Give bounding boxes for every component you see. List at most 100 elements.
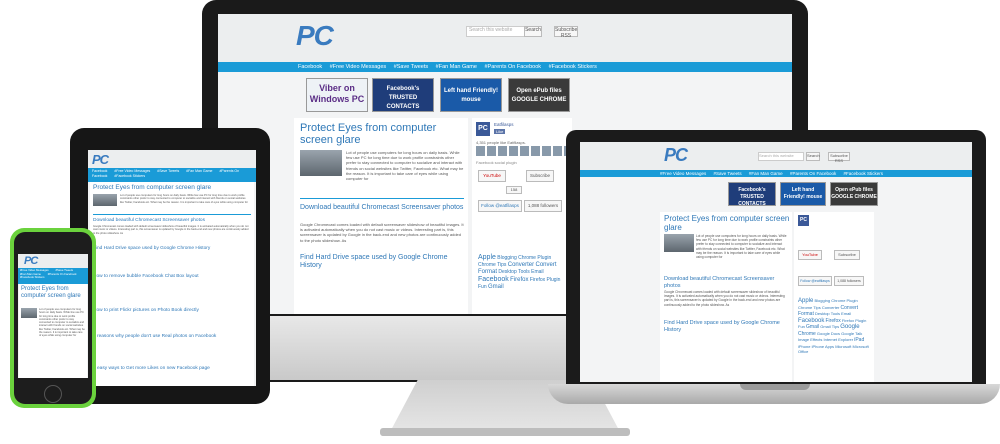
fb-like-button[interactable]: Like <box>494 129 506 134</box>
search-input[interactable]: Search this website <box>758 152 804 161</box>
fb-page-name[interactable]: Eatfilasps <box>494 122 514 127</box>
tag[interactable]: Tips <box>497 262 506 268</box>
tag[interactable]: Chrome <box>478 262 496 268</box>
nav-item[interactable]: Facebook <box>298 64 322 70</box>
nav-item[interactable]: #Save Tweets <box>713 171 741 176</box>
post-thumbnail[interactable] <box>21 308 37 318</box>
nav-item[interactable]: #Save Tweets <box>157 169 179 173</box>
tag[interactable]: Facebook <box>478 276 509 283</box>
twitter-follow-button[interactable]: Follow @eatfilasps <box>798 276 832 286</box>
tag[interactable]: Google <box>840 324 859 330</box>
tag[interactable]: Format <box>478 269 497 275</box>
tag[interactable]: Tips <box>813 305 820 310</box>
subscribe-rss-button[interactable]: Subscribe RSS <box>554 26 578 39</box>
post-title[interactable]: 3 reasons why people don't use Real phot… <box>93 334 216 339</box>
twitter-follow-button[interactable]: Follow @eatfilasps <box>478 200 522 212</box>
tag[interactable]: Email <box>531 269 544 275</box>
nav-item[interactable]: #Fan Man Game <box>186 169 212 173</box>
site-logo[interactable]: PC <box>24 255 38 267</box>
nav-item[interactable]: #Facebook Stickers <box>844 171 884 176</box>
post-title[interactable]: Protect Eyes from computer screen glare <box>664 214 790 232</box>
tag[interactable]: Blogging <box>814 298 830 303</box>
post-title[interactable]: Find Hard Drive space used by Google Chr… <box>300 254 464 270</box>
tag[interactable]: Desktop <box>815 311 830 316</box>
tag[interactable]: Apple <box>478 254 496 261</box>
tag[interactable]: Image <box>798 337 809 342</box>
nav-item[interactable]: #Parents On Facebook <box>790 171 836 176</box>
tag[interactable]: Firefox <box>510 277 528 283</box>
tag[interactable]: Tools <box>831 311 840 316</box>
tag[interactable]: Converter <box>822 305 840 310</box>
tag[interactable]: Chrome <box>518 255 536 261</box>
youtube-button[interactable]: YouTube <box>798 250 822 260</box>
banner-trusted-contacts[interactable]: Facebook's TRUSTED CONTACTS <box>372 78 434 112</box>
tag[interactable]: Blogging <box>497 255 516 261</box>
tag[interactable]: Microsoft <box>835 344 851 349</box>
banner-epub[interactable]: Open ePub files GOOGLE CHROME <box>830 182 878 206</box>
nav-item[interactable]: Facebook <box>92 169 107 173</box>
tag[interactable]: Convert <box>841 305 859 311</box>
tag[interactable]: Tools <box>518 269 530 275</box>
tag[interactable]: Desktop <box>498 269 516 275</box>
post-title[interactable]: Download beautiful Chromecast Screensave… <box>93 218 205 223</box>
tag[interactable]: Gmail <box>806 324 819 330</box>
tag[interactable]: iPhone <box>798 344 810 349</box>
nav-item[interactable]: #Parents On Facebook <box>48 272 77 276</box>
search-button[interactable]: Search <box>524 26 542 37</box>
tag[interactable]: Gmail <box>488 284 504 290</box>
fb-page-icon[interactable]: PC <box>476 122 490 136</box>
tag[interactable]: Facebook <box>798 318 824 324</box>
tag[interactable]: Fun <box>798 324 805 329</box>
tag[interactable]: Effects <box>810 337 822 342</box>
tag[interactable]: Chrome <box>798 305 812 310</box>
post-thumbnail[interactable] <box>664 234 694 252</box>
post-title[interactable]: Protect Eyes from computer screen glare <box>300 122 464 146</box>
site-logo[interactable]: PC <box>296 20 334 52</box>
nav-item[interactable]: #Free Video Messages <box>330 64 386 70</box>
tag[interactable]: Format <box>798 311 814 317</box>
post-title[interactable]: 3 easy ways to Get more Likes on new Fac… <box>93 366 210 371</box>
nav-item[interactable]: #Fan Man Game <box>436 64 477 70</box>
tag[interactable]: Firefox Plugin <box>530 277 561 283</box>
tag[interactable]: Internet Explorer <box>824 337 854 342</box>
banner-mouse[interactable]: Left hand Friendly! mouse <box>440 78 502 112</box>
subscribe-rss-button[interactable]: Subscribe RSS <box>828 152 850 163</box>
tag[interactable]: Google <box>841 331 854 336</box>
tag[interactable]: Firefox <box>825 318 840 324</box>
subscribe-button[interactable]: Subscribe <box>834 250 860 260</box>
tag[interactable]: Chrome <box>831 298 845 303</box>
tag[interactable]: Converter <box>508 262 534 268</box>
tag[interactable]: Firefox Plugin <box>842 318 866 323</box>
nav-item[interactable]: #Facebook Stickers <box>549 64 597 70</box>
tag[interactable]: Gmail Tips <box>820 324 839 329</box>
subscribe-button[interactable]: Subscribe <box>526 170 554 182</box>
tag[interactable]: Google Docs <box>817 331 840 336</box>
banner-trusted-contacts[interactable]: Facebook's TRUSTED CONTACTS <box>728 182 776 206</box>
banner-viber[interactable]: Viber on Windows PC <box>306 78 368 112</box>
tag[interactable]: Convert <box>536 262 557 268</box>
nav-item[interactable]: #Facebook Stickers <box>114 174 145 178</box>
post-title[interactable]: Protect Eyes from computer screen glare <box>93 184 211 191</box>
tag[interactable]: Email <box>841 311 851 316</box>
search-input[interactable]: Search this website <box>466 26 526 37</box>
post-thumbnail[interactable] <box>93 194 117 206</box>
tag[interactable]: iPad <box>854 337 864 343</box>
tag[interactable]: Apple <box>798 298 813 304</box>
post-title[interactable]: How to remove bubble Facebook Chat Box l… <box>93 274 199 279</box>
nav-item[interactable]: #Save Tweets <box>394 64 428 70</box>
tag[interactable]: Talk <box>855 331 862 336</box>
banner-epub[interactable]: Open ePub files GOOGLE CHROME <box>508 78 570 112</box>
tag[interactable]: Chrome <box>798 331 816 337</box>
search-button[interactable]: Search <box>806 152 820 161</box>
site-logo[interactable]: PC <box>92 152 109 167</box>
fb-page-icon[interactable]: PC <box>798 215 809 226</box>
youtube-button[interactable]: YouTube <box>478 170 506 182</box>
nav-item[interactable]: #Free Video Messages <box>660 171 706 176</box>
post-title[interactable]: Download beautiful Chromecast Screensave… <box>664 276 790 289</box>
nav-item[interactable]: #Facebook Stickers <box>20 275 45 279</box>
nav-item[interactable]: #Free Video Messages <box>114 169 150 173</box>
post-title[interactable]: How to print Flickr pictures on Photo Bo… <box>93 308 199 313</box>
post-thumbnail[interactable] <box>300 150 342 176</box>
nav-item[interactable]: #Fan Man Game <box>749 171 783 176</box>
post-title[interactable]: Download beautiful Chromecast Screensave… <box>300 204 464 212</box>
